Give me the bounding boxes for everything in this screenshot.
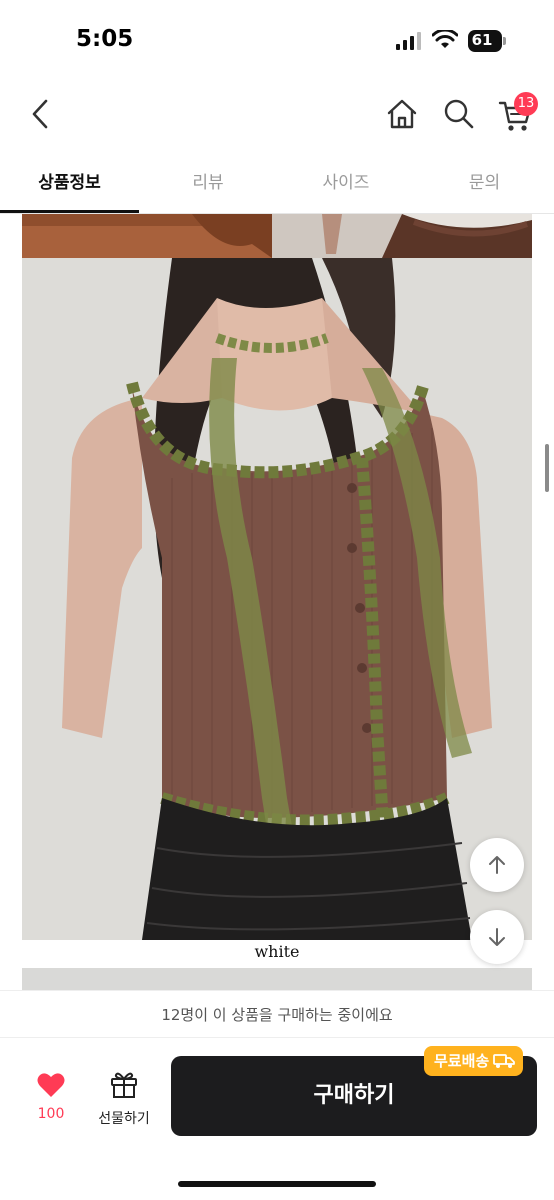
next-product-image: [22, 968, 532, 990]
tab-product-info[interactable]: 상품정보: [0, 168, 139, 198]
scroll-to-bottom-button[interactable]: [470, 910, 524, 964]
like-button[interactable]: 100: [28, 1072, 74, 1122]
home-icon: [387, 99, 417, 129]
free-shipping-badge: 무료배송: [424, 1046, 524, 1076]
free-shipping-label: 무료배송: [434, 1052, 490, 1070]
arrow-up-icon: [489, 856, 505, 874]
purchase-bar: 100 선물하기 구매하기 무료배송: [0, 1038, 554, 1200]
scroll-to-top-button[interactable]: [470, 838, 524, 892]
battery-level: 61: [471, 31, 493, 49]
arrow-down-icon: [489, 928, 505, 946]
app-header: [0, 80, 554, 150]
previous-product-image: [22, 214, 532, 258]
product-photo: [22, 258, 532, 940]
home-indicator: [178, 1181, 376, 1187]
back-button[interactable]: [24, 96, 56, 132]
like-count: 100: [37, 1106, 65, 1122]
truck-icon: [493, 1054, 516, 1068]
search-icon: [444, 99, 474, 129]
back-chevron-icon: [32, 99, 48, 129]
active-tab-indicator: [0, 210, 139, 213]
cellular-signal-icon: [396, 32, 421, 50]
tab-size[interactable]: 사이즈: [277, 168, 415, 198]
home-button[interactable]: [384, 96, 420, 132]
cart-count-badge: 13: [514, 92, 538, 116]
image-caption: white: [254, 942, 300, 961]
product-tabs: 상품정보 리뷰 사이즈 문의: [0, 158, 554, 214]
gift-label: 선물하기: [98, 1111, 150, 1127]
battery-icon: 61: [468, 30, 506, 52]
status-time: 5:05: [76, 26, 134, 52]
heart-icon: [37, 1073, 65, 1097]
wifi-icon: [432, 30, 458, 48]
tab-inquiry[interactable]: 문의: [415, 168, 554, 198]
tab-reviews[interactable]: 리뷰: [139, 168, 277, 198]
search-button[interactable]: [441, 96, 477, 132]
status-bar: 5:05 61: [0, 0, 554, 80]
page-scrollbar[interactable]: [545, 444, 549, 492]
gift-button[interactable]: 선물하기: [88, 1070, 160, 1128]
gift-icon: [111, 1072, 137, 1098]
purchase-activity-notice: 12명이 이 상품을 구매하는 중이에요: [0, 990, 554, 1038]
